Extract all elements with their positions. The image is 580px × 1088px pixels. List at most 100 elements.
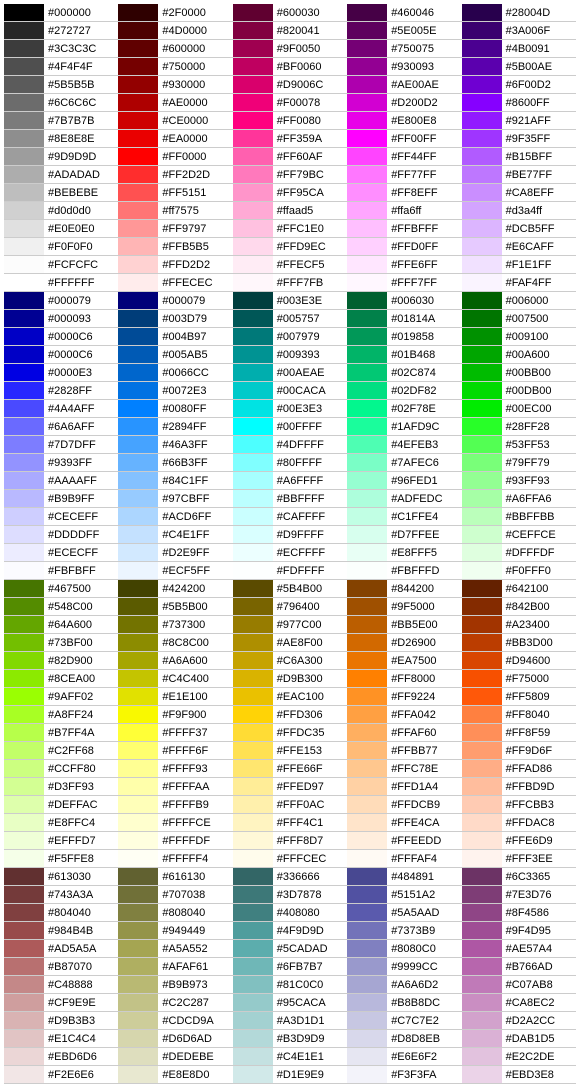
hex-label: #46A3FF	[158, 439, 207, 451]
color-cell: #7B7B7B	[4, 112, 118, 130]
color-swatch	[347, 166, 387, 183]
color-swatch	[118, 850, 158, 867]
color-cell: #D9006C	[233, 76, 347, 94]
color-swatch	[4, 94, 44, 111]
hex-label: #53FF53	[502, 439, 550, 451]
color-cell: #0000E3	[4, 364, 118, 382]
color-swatch	[118, 886, 158, 903]
color-swatch	[462, 940, 502, 957]
color-swatch	[4, 148, 44, 165]
color-cell: #FFD306	[233, 706, 347, 724]
hex-label: #FFFAF4	[387, 853, 437, 865]
hex-label: #84C1FF	[158, 475, 208, 487]
hex-label: #02DF82	[387, 385, 436, 397]
color-cell: #467500	[4, 580, 118, 598]
color-cell: #E1E100	[118, 688, 232, 706]
hex-label: #02F78E	[387, 403, 436, 415]
color-cell: #AE00AE	[347, 76, 461, 94]
hex-label: #8600FF	[502, 97, 550, 109]
color-cell: #FF44FF	[347, 148, 461, 166]
color-swatch	[118, 742, 158, 759]
color-swatch	[462, 418, 502, 435]
hex-label: #F00078	[273, 97, 320, 109]
color-cell: #FFF0AC	[233, 796, 347, 814]
color-swatch	[347, 598, 387, 615]
color-swatch	[118, 364, 158, 381]
hex-label: #FFECF5	[273, 259, 325, 271]
color-swatch	[462, 778, 502, 795]
color-cell: #3C3C3C	[4, 40, 118, 58]
color-swatch	[462, 760, 502, 777]
color-cell: #5151A2	[347, 886, 461, 904]
color-cell: #4F9D9D	[233, 922, 347, 940]
hex-label: #F0F0F0	[44, 241, 93, 253]
hex-label: #D2A2CC	[502, 1015, 556, 1027]
color-swatch	[233, 526, 273, 543]
hex-label: #921AFF	[502, 115, 551, 127]
color-cell: #BE77FF	[462, 166, 576, 184]
color-swatch	[4, 832, 44, 849]
hex-label: #007979	[273, 331, 320, 343]
color-swatch	[347, 958, 387, 975]
hex-label: #A8FF24	[44, 709, 93, 721]
hex-label: #ffaad5	[273, 205, 314, 217]
color-cell: #796400	[233, 598, 347, 616]
color-swatch	[233, 364, 273, 381]
color-cell: #FF5151	[118, 184, 232, 202]
hex-label: #8080C0	[387, 943, 436, 955]
color-swatch	[233, 256, 273, 273]
color-cell: #E8FFF5	[347, 544, 461, 562]
hex-label: #9F4D95	[502, 925, 551, 937]
color-swatch	[233, 130, 273, 147]
hex-label: #2828FF	[44, 385, 92, 397]
color-swatch	[347, 94, 387, 111]
color-cell: #006000	[462, 292, 576, 310]
color-swatch	[4, 472, 44, 489]
color-swatch	[4, 760, 44, 777]
hex-label: #CEFFCE	[502, 529, 556, 541]
color-swatch	[462, 814, 502, 831]
color-cell: #ACD6FF	[118, 508, 232, 526]
hex-label: #FFECEC	[158, 277, 212, 289]
hex-label: #D9006C	[273, 79, 323, 91]
color-swatch	[233, 850, 273, 867]
hex-label: #FFF0AC	[273, 799, 325, 811]
color-swatch	[118, 634, 158, 651]
color-cell: #0066CC	[118, 364, 232, 382]
color-cell: #9F0050	[233, 40, 347, 58]
color-swatch	[347, 940, 387, 957]
color-swatch	[118, 4, 158, 21]
color-cell: #DCB5FF	[462, 220, 576, 238]
color-cell: #7D7DFF	[4, 436, 118, 454]
color-swatch	[233, 400, 273, 417]
hex-label: #9AFF02	[44, 691, 93, 703]
color-cell: #FFDCB9	[347, 796, 461, 814]
color-cell: #6FB7B7	[233, 958, 347, 976]
hex-label: #019858	[387, 331, 434, 343]
color-swatch	[462, 472, 502, 489]
hex-label: #D9B3B3	[44, 1015, 95, 1027]
color-cell: #FF0080	[233, 112, 347, 130]
hex-label: #FFCBB3	[502, 799, 554, 811]
color-swatch	[4, 184, 44, 201]
color-cell: #FFF8D7	[233, 832, 347, 850]
hex-label: #FFB5B5	[158, 241, 208, 253]
color-cell: #8C8C00	[118, 634, 232, 652]
color-cell: #ADFEDC	[347, 490, 461, 508]
color-cell: #FFD1A4	[347, 778, 461, 796]
color-swatch	[4, 490, 44, 507]
color-cell: #CE0000	[118, 112, 232, 130]
hex-label: #D26900	[387, 637, 436, 649]
color-cell: #8600FF	[462, 94, 576, 112]
hex-label: #424200	[158, 583, 205, 595]
color-swatch	[4, 202, 44, 219]
hex-label: #ffa6ff	[387, 205, 421, 217]
color-swatch	[4, 580, 44, 597]
color-swatch	[347, 112, 387, 129]
color-cell: #D2E9FF	[118, 544, 232, 562]
color-cell: #707038	[118, 886, 232, 904]
hex-label: #CA8EFF	[502, 187, 554, 199]
hex-label: #EBD3E8	[502, 1069, 554, 1081]
hex-label: #796400	[273, 601, 320, 613]
hex-label: #FFE4CA	[387, 817, 439, 829]
